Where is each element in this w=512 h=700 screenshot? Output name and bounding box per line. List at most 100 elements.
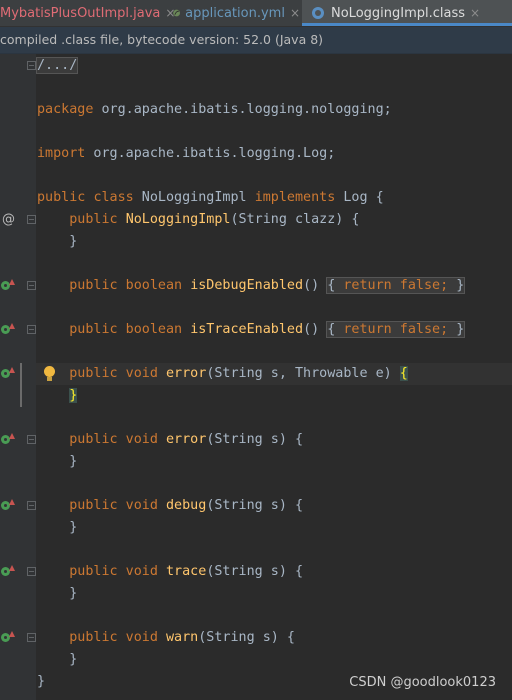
method-name: debug [166, 498, 207, 513]
params: (String s, Throwable e) [206, 366, 400, 381]
brace: } [69, 234, 78, 249]
code-line: package org.apache.ibatis.logging.nologg… [0, 99, 512, 121]
keyword: package [37, 102, 94, 117]
method-name: error [166, 432, 207, 447]
editor-tab-bar: MybatisPlusOutImpl.java × application.ym… [0, 0, 512, 27]
fold-toggle-icon[interactable] [27, 435, 36, 444]
method-name: error [166, 366, 207, 381]
matched-brace: } [69, 388, 78, 403]
implements-arrow-icon [9, 631, 15, 637]
implements-arrow-icon [9, 323, 15, 329]
code-line: } [0, 451, 512, 473]
implements-arrow-icon [9, 279, 15, 285]
close-icon[interactable]: × [470, 6, 480, 20]
folded-body[interactable]: { return false; } [326, 277, 466, 294]
keyword: public [37, 190, 86, 205]
code-line: } [0, 583, 512, 605]
code-line: @ public NoLoggingImpl(String clazz) { [0, 209, 512, 231]
keyword: public void [69, 564, 158, 579]
tab-label: NoLoggingImpl.class [331, 5, 466, 21]
class-file-icon [312, 7, 324, 19]
params: (String s) { [206, 564, 304, 579]
implements-arrow-icon [9, 367, 15, 373]
params: (String clazz) { [230, 212, 360, 227]
method-name: isDebugEnabled [190, 278, 304, 293]
method-name: isTraceEnabled [190, 322, 304, 337]
decompiled-info-banner: compiled .class file, bytecode version: … [0, 27, 512, 54]
tab-label: MybatisPlusOutImpl.java [0, 5, 161, 21]
brace: } [69, 586, 78, 601]
brace: } [456, 278, 465, 293]
fold-toggle-icon[interactable] [27, 61, 36, 70]
keyword: import [37, 146, 86, 161]
fold-toggle-icon[interactable] [27, 281, 36, 290]
tab-mybatisplusoutimpl[interactable]: MybatisPlusOutImpl.java × [0, 0, 175, 26]
code-line: } [0, 517, 512, 539]
close-icon[interactable]: × [290, 6, 300, 20]
code-line: public class NoLoggingImpl implements Lo… [0, 187, 512, 209]
brace: } [69, 652, 78, 667]
brace: } [69, 454, 78, 469]
change-marker [20, 363, 22, 385]
change-marker [20, 385, 22, 407]
keyword: public boolean [69, 278, 183, 293]
tab-label: application.yml [185, 5, 285, 21]
fold-toggle-icon[interactable] [27, 215, 36, 224]
keyword: class [93, 190, 134, 205]
package-name: org.apache.ibatis.logging.nologging; [93, 102, 392, 117]
banner-text: compiled .class file, bytecode version: … [0, 32, 324, 47]
yaml-leaf-icon [173, 9, 180, 17]
keyword: return false; [343, 278, 449, 293]
implements-arrow-icon [9, 499, 15, 505]
code-line: } [0, 649, 512, 671]
params: (String s) { [206, 498, 304, 513]
keyword: public void [69, 366, 158, 381]
keyword: public [69, 212, 118, 227]
method-name: NoLoggingImpl [125, 212, 231, 227]
folded-body[interactable]: { return false; } [326, 321, 466, 338]
brace: } [456, 322, 465, 337]
code-line: public void error(String s) { [0, 429, 512, 451]
import-name: org.apache.ibatis.logging.Log; [85, 146, 336, 161]
fold-toggle-icon[interactable] [27, 325, 36, 334]
code-line: public boolean isDebugEnabled() { return… [0, 275, 512, 297]
fold-toggle-icon[interactable] [27, 633, 36, 642]
params: (String s) { [206, 432, 304, 447]
method-name: warn [166, 630, 199, 645]
tab-nologgingimpl-class[interactable]: NoLoggingImpl.class × [302, 0, 512, 26]
code-line: public void warn(String s) { [0, 627, 512, 649]
keyword: public void [69, 432, 158, 447]
code-line: public void error(String s, Throwable e)… [0, 363, 512, 385]
code-line: /.../ [0, 55, 512, 77]
implements-arrow-icon [9, 433, 15, 439]
brace: { [327, 278, 336, 293]
tab-application-yml[interactable]: application.yml × [170, 0, 300, 26]
brace: } [69, 520, 78, 535]
params: () [303, 278, 328, 293]
keyword: return false; [343, 322, 449, 337]
code-line: } [0, 231, 512, 253]
code-editor[interactable]: /.../ package org.apache.ibatis.logging.… [0, 54, 512, 700]
interface-name: Log { [335, 190, 384, 205]
params: () [303, 322, 328, 337]
brace: } [37, 674, 46, 689]
keyword: implements [254, 190, 336, 205]
keyword: public void [69, 630, 158, 645]
implements-arrow-icon [9, 565, 15, 571]
class-name: NoLoggingImpl [133, 190, 255, 205]
matched-brace: { [399, 366, 408, 381]
code-line: public void debug(String s) { [0, 495, 512, 517]
fold-toggle-icon[interactable] [27, 567, 36, 576]
params: (String s) { [198, 630, 295, 645]
code-line: } [0, 385, 512, 407]
keyword: public boolean [69, 322, 183, 337]
code-line: public boolean isTraceEnabled() { return… [0, 319, 512, 341]
method-name: trace [166, 564, 207, 579]
constructor-annotation-icon[interactable]: @ [2, 211, 15, 229]
brace: { [327, 322, 336, 337]
code-line: public void trace(String s) { [0, 561, 512, 583]
watermark: CSDN @goodlook0123 [349, 675, 496, 690]
fold-toggle-icon[interactable] [27, 501, 36, 510]
code-line: import org.apache.ibatis.logging.Log; [0, 143, 512, 165]
folded-comment[interactable]: /.../ [35, 57, 79, 74]
